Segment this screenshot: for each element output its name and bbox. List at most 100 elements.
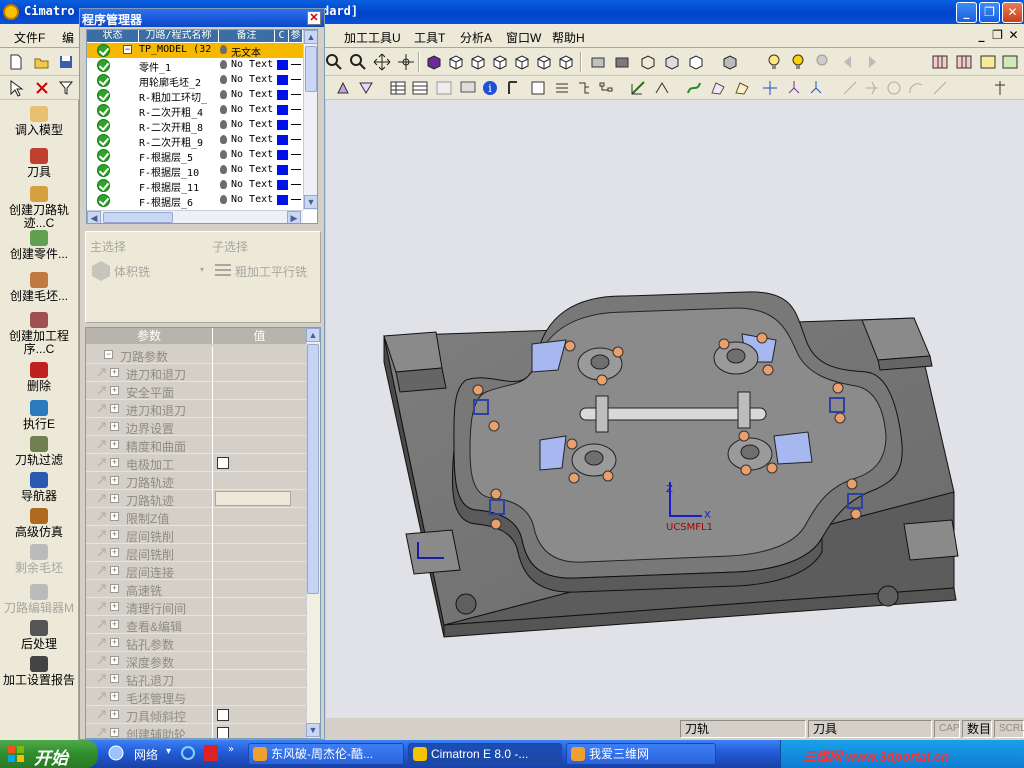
param-value-cell[interactable] xyxy=(212,670,306,688)
menu-item-5[interactable]: 窗口W xyxy=(506,29,541,46)
view-right-icon[interactable] xyxy=(490,52,510,72)
param-row[interactable]: + 安全平面 xyxy=(86,382,306,400)
panel-layout-icon[interactable] xyxy=(1000,52,1020,72)
mdi-close-button[interactable]: ✕ xyxy=(1006,28,1021,43)
chevron-down-icon[interactable]: ▾ xyxy=(166,746,171,757)
tool-tool[interactable]: 刀具 xyxy=(0,148,78,179)
taskbar-button[interactable]: 我爱三维网 xyxy=(566,743,716,765)
param-value-cell[interactable] xyxy=(212,652,306,670)
cursor-pick-icon[interactable] xyxy=(6,78,26,98)
scroll-down-button[interactable]: ▼ xyxy=(306,723,320,737)
tree-expand-icon[interactable]: + xyxy=(110,476,119,485)
color-swatch-icon[interactable] xyxy=(277,60,288,70)
graphics-viewport[interactable]: Z X UCSMFL1 xyxy=(326,100,1024,718)
view-bottom-icon[interactable] xyxy=(556,52,576,72)
list-icon[interactable] xyxy=(434,78,454,98)
param-value-cell[interactable] xyxy=(212,598,306,616)
surface-icon[interactable] xyxy=(732,78,752,98)
scroll-left-button[interactable]: ◀ xyxy=(87,211,101,223)
scroll-thumb[interactable] xyxy=(307,344,319,594)
program-row[interactable]: 零件_1 No Text xyxy=(87,58,303,74)
param-value-cell[interactable] xyxy=(212,418,306,436)
surface-icon[interactable] xyxy=(708,78,728,98)
lightbulb-icon[interactable] xyxy=(220,195,227,204)
mdi-restore-button[interactable]: ❐ xyxy=(990,28,1005,43)
view-iso-icon[interactable] xyxy=(424,52,444,72)
grid-icon[interactable] xyxy=(410,78,430,98)
column-header-status[interactable]: 状态 xyxy=(87,30,139,42)
lightbulb-icon[interactable] xyxy=(220,75,227,84)
tree-expand-icon[interactable]: + xyxy=(110,422,119,431)
new-file-icon[interactable] xyxy=(6,52,26,72)
delete-tool[interactable]: 删除 xyxy=(0,362,78,393)
param-value-cell[interactable] xyxy=(212,706,306,724)
panel-layout-icon[interactable] xyxy=(930,52,950,72)
render-icon[interactable] xyxy=(588,52,608,72)
color-swatch-icon[interactable] xyxy=(277,195,288,205)
panel-layout-icon[interactable] xyxy=(978,52,998,72)
param-value-cell[interactable] xyxy=(212,400,306,418)
tree-expand-icon[interactable]: + xyxy=(110,674,119,683)
param-row[interactable]: + 限制Z值 xyxy=(86,508,306,526)
column-header-name[interactable]: 刀路/程式名称 xyxy=(139,30,219,42)
create-procedure-tool[interactable]: 创建加工程序...C xyxy=(0,312,78,356)
color-swatch-icon[interactable] xyxy=(277,150,288,160)
display-options-icon[interactable] xyxy=(720,52,740,72)
param-row[interactable]: + 精度和曲面 xyxy=(86,436,306,454)
program-row[interactable]: R-二次开粗_4 No Text xyxy=(87,103,303,119)
param-row[interactable]: + 电极加工 xyxy=(86,454,306,472)
param-row[interactable]: + 钻孔参数 xyxy=(86,634,306,652)
program-row[interactable]: TP_MODEL (32 无文本 xyxy=(87,43,303,59)
param-row[interactable]: + 查看&编辑 xyxy=(86,616,306,634)
advanced-simulation-tool[interactable]: 高级仿真 xyxy=(0,508,78,539)
color-swatch-icon[interactable] xyxy=(277,75,288,85)
tree-expand-icon[interactable]: + xyxy=(110,404,119,413)
param-checkbox[interactable] xyxy=(217,457,229,469)
tree-expand-icon[interactable]: + xyxy=(110,602,119,611)
param-value-cell[interactable] xyxy=(212,616,306,634)
view-back-icon[interactable] xyxy=(534,52,554,72)
view-left-icon[interactable] xyxy=(512,52,532,72)
tree-expand-icon[interactable]: + xyxy=(110,530,119,539)
param-row[interactable]: + 层间连接 xyxy=(86,562,306,580)
zoom-icon[interactable] xyxy=(324,52,344,72)
param-checkbox[interactable] xyxy=(217,709,229,721)
curve-icon[interactable] xyxy=(652,78,672,98)
filter-icon[interactable] xyxy=(56,78,76,98)
lightbulb-icon[interactable] xyxy=(220,120,227,129)
param-row[interactable]: + 进刀和退刀 xyxy=(86,400,306,418)
lightbulb-icon[interactable] xyxy=(220,135,227,144)
axis-icon[interactable] xyxy=(784,78,804,98)
more-icon[interactable]: » xyxy=(228,744,234,755)
sketch-icon[interactable] xyxy=(628,78,648,98)
program-row[interactable]: F-根据层_6 No Text xyxy=(87,193,303,209)
tree-collapse-icon[interactable]: − xyxy=(104,350,113,359)
param-value-cell[interactable] xyxy=(212,454,306,472)
load-model-tool[interactable]: 调入模型 xyxy=(0,106,78,137)
tree-expand-icon[interactable]: + xyxy=(110,638,119,647)
comment-icon[interactable] xyxy=(458,78,478,98)
branch-icon[interactable] xyxy=(574,78,594,98)
hierarchy-icon[interactable] xyxy=(596,78,616,98)
toolpath-filter-tool[interactable]: 刀轨过滤 xyxy=(0,436,78,467)
param-vscrollbar[interactable]: ▲ ▼ xyxy=(306,328,320,738)
menu-item-0[interactable]: 文件F xyxy=(14,29,45,46)
close-window-button[interactable]: ✕ xyxy=(1002,2,1023,23)
cam-tool-icon[interactable] xyxy=(356,78,376,98)
menu-item-2[interactable]: 加工工具U xyxy=(344,29,401,46)
param-row[interactable]: + 刀路轨迹 xyxy=(86,490,306,508)
tree-expand-icon[interactable]: + xyxy=(110,728,119,737)
param-row[interactable]: + 进刀和退刀 xyxy=(86,364,306,382)
create-part-tool[interactable]: 创建零件... xyxy=(0,230,78,261)
param-row[interactable]: + 钻孔退刀 xyxy=(86,670,306,688)
color-swatch-icon[interactable] xyxy=(277,135,288,145)
spline-icon[interactable] xyxy=(684,78,704,98)
menu-item-4[interactable]: 分析A xyxy=(460,29,492,46)
info-icon[interactable]: i xyxy=(480,78,500,98)
tree-expand-icon[interactable]: + xyxy=(110,566,119,575)
param-row[interactable]: + 清理行间间 xyxy=(86,598,306,616)
maximize-button[interactable]: ❐ xyxy=(979,2,1000,23)
param-column-header[interactable]: 参数 xyxy=(86,328,212,344)
lightbulb-icon[interactable] xyxy=(220,165,227,174)
view-front-icon[interactable] xyxy=(446,52,466,72)
